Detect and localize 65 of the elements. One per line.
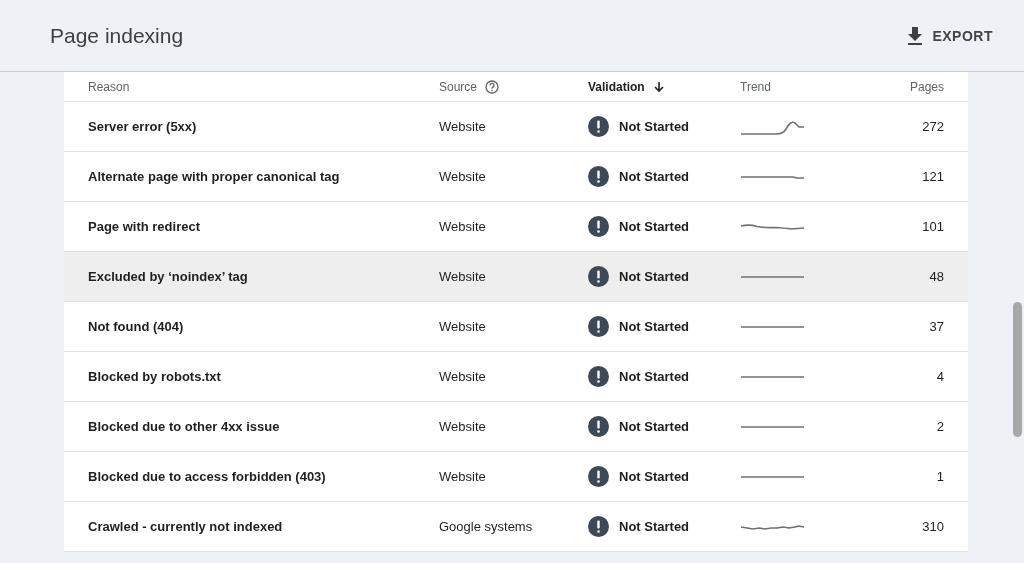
column-header[interactable]: Reason [88,79,130,94]
source-cell: Website [439,419,486,434]
page-title: Page indexing [50,23,184,48]
reason-cell[interactable]: Blocked by robots.txt [88,369,221,384]
help-icon[interactable] [485,79,500,94]
source-cell: Website [439,319,486,334]
status-text: Not Started [619,419,690,434]
status-text: Not Started [619,519,690,534]
download-icon [907,26,924,45]
status-text: Not Started [619,469,690,484]
pages-count: 121 [922,169,944,184]
exclamation-icon [588,266,609,287]
pages-count: 1 [936,469,944,484]
pages-count: 4 [936,369,944,384]
trend-sparkline [740,475,805,478]
source-cell: Website [439,169,486,184]
sort-down-icon[interactable] [652,80,665,93]
reason-cell[interactable]: Crawled - currently not indexed [88,519,283,534]
exclamation-icon [588,466,609,487]
pages-count: 48 [929,269,944,284]
scrollbar-thumb[interactable] [1013,302,1022,437]
column-header[interactable]: Source [439,79,478,94]
status-text: Not Started [619,169,690,184]
status-text: Not Started [619,369,690,384]
trend-sparkline [740,118,805,135]
trend-sparkline [740,425,805,428]
exclamation-icon [588,116,609,137]
trend-sparkline [740,375,805,378]
exclamation-icon [588,216,609,237]
reason-cell[interactable]: Not found (404) [88,319,184,334]
status-text: Not Started [619,119,690,134]
exclamation-icon [588,316,609,337]
source-cell: Website [439,219,486,234]
reason-cell[interactable]: Blocked due to other 4xx issue [88,419,280,434]
pages-count: 101 [922,219,944,234]
reason-cell[interactable]: Excluded by ‘noindex’ tag [88,269,248,284]
column-header[interactable]: Validation [588,79,645,94]
exclamation-icon [588,516,609,537]
trend-sparkline [740,325,805,328]
reason-cell[interactable]: Server error (5xx) [88,119,197,134]
pages-count: 310 [922,519,944,534]
pages-count: 2 [936,419,944,434]
source-cell: Google systems [439,519,533,534]
export-button[interactable]: EXPORT [907,20,993,51]
source-cell: Website [439,469,486,484]
status-text: Not Started [619,269,690,284]
trend-sparkline [740,223,805,230]
pages-count: 272 [922,119,944,134]
trend-sparkline [740,523,805,530]
status-text: Not Started [619,219,690,234]
source-cell: Website [439,269,486,284]
column-header[interactable]: Trend [740,79,771,94]
status-text: Not Started [619,319,690,334]
reason-cell[interactable]: Page with redirect [88,219,200,234]
exclamation-icon [588,366,609,387]
reason-cell[interactable]: Blocked due to access forbidden (403) [88,469,326,484]
column-header[interactable]: Pages [909,79,944,94]
source-cell: Website [439,369,486,384]
exclamation-icon [588,166,609,187]
reason-cell[interactable]: Alternate page with proper canonical tag [88,169,340,184]
exclamation-icon [588,416,609,437]
source-cell: Website [439,119,486,134]
pages-count: 37 [929,319,944,334]
trend-sparkline [740,275,805,278]
trend-sparkline [740,174,805,179]
